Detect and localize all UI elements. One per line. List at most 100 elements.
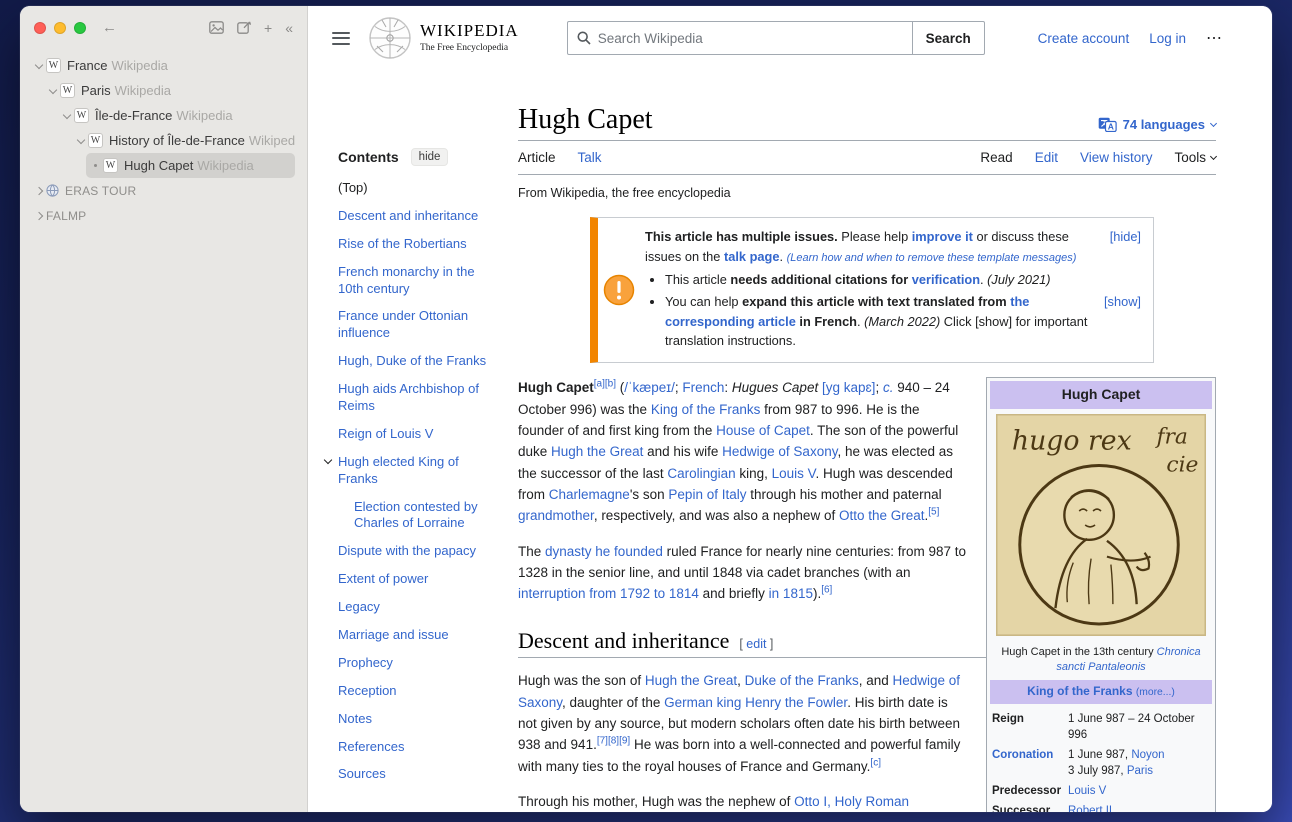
more-menu-icon[interactable]: ⋯ xyxy=(1206,28,1222,48)
tab-read[interactable]: Read xyxy=(980,150,1012,165)
wikipedia-logo[interactable]: WIKIPEDIA The Free Encyclopedia xyxy=(368,16,519,60)
minimize-button[interactable] xyxy=(54,22,66,34)
inline-link[interactable]: [7] xyxy=(597,736,608,747)
toc-item[interactable]: References xyxy=(338,739,490,756)
inline-link[interactable]: /ˈkæpeɪ/ xyxy=(624,380,675,395)
inline-link[interactable]: c. xyxy=(883,380,894,395)
back-button[interactable]: ← xyxy=(102,20,117,35)
inline-link[interactable]: [5] xyxy=(928,507,939,518)
inline-link[interactable]: Robert II xyxy=(1068,805,1112,812)
infobox-image[interactable]: hugo rex fra cie xyxy=(990,409,1212,643)
chevron-down-icon[interactable] xyxy=(63,110,71,118)
compose-icon[interactable] xyxy=(237,21,251,34)
inline-link[interactable]: dynasty he founded xyxy=(545,544,663,559)
tree-item[interactable]: WFranceWikipedia xyxy=(30,53,295,78)
toc-item[interactable]: Reign of Louis V xyxy=(338,426,490,443)
inline-link[interactable]: improve it xyxy=(912,229,973,244)
toc-item[interactable]: Marriage and issue xyxy=(338,627,490,644)
inline-link[interactable]: (Learn how and when to remove these temp… xyxy=(787,252,1077,264)
toc-item[interactable]: Legacy xyxy=(338,599,490,616)
toc-item[interactable]: Hugh, Duke of the Franks xyxy=(338,353,490,370)
toc-item[interactable]: Prophecy xyxy=(338,655,490,672)
tab-talk[interactable]: Talk xyxy=(578,150,602,165)
edit-link[interactable]: edit xyxy=(746,637,766,651)
tree-item[interactable]: FALMP xyxy=(30,203,295,228)
inline-link[interactable]: [b] xyxy=(605,379,616,390)
inline-link[interactable]: grandmother xyxy=(518,508,594,523)
inline-link[interactable]: French xyxy=(682,380,724,395)
toc-item[interactable]: Reception xyxy=(338,683,490,700)
media-icon[interactable] xyxy=(209,21,224,34)
inline-link[interactable]: Hugh the Great xyxy=(551,444,643,459)
toc-item[interactable]: Dispute with the papacy xyxy=(338,543,490,560)
toc-item[interactable]: France under Ottonian influence xyxy=(338,308,490,342)
inline-link[interactable]: German king Henry the Fowler xyxy=(664,695,847,710)
toc-item[interactable]: Hugh aids Archbishop of Reims xyxy=(338,381,490,415)
inline-link[interactable]: Pepin of Italy xyxy=(668,487,746,502)
tree-item[interactable]: ERAS TOUR xyxy=(30,178,295,203)
inline-link[interactable]: Otto the Great xyxy=(839,508,925,523)
chevron-down-icon[interactable] xyxy=(49,85,57,93)
inline-link[interactable]: Noyon xyxy=(1131,749,1164,761)
inline-link[interactable]: [a] xyxy=(594,379,605,390)
chevron-down-icon[interactable] xyxy=(324,456,332,464)
chevron-right-icon[interactable] xyxy=(35,186,43,194)
inline-link[interactable]: Louis V xyxy=(772,466,816,481)
infobox-row-label[interactable]: Coronation xyxy=(992,747,1068,779)
inline-link[interactable]: (more...) xyxy=(1136,687,1175,698)
collapse-sidebar-icon[interactable]: « xyxy=(285,21,293,35)
toc-item[interactable]: Extent of power xyxy=(338,571,490,588)
inline-link[interactable]: [9] xyxy=(619,736,630,747)
tree-item[interactable]: WParisWikipedia xyxy=(44,78,295,103)
search-input[interactable] xyxy=(598,31,903,46)
toc-item[interactable]: Rise of the Robertians xyxy=(338,236,490,253)
inline-link[interactable]: Carolingian xyxy=(667,466,735,481)
inline-link[interactable]: [yg kapɛ] xyxy=(822,380,875,395)
hide-link[interactable]: [hide] xyxy=(1110,227,1141,247)
show-link[interactable]: [show] xyxy=(1104,292,1141,312)
inline-link[interactable]: talk page xyxy=(724,249,779,264)
inline-link[interactable]: [8] xyxy=(608,736,619,747)
toc-item[interactable]: Sources xyxy=(338,766,490,783)
inline-link[interactable]: Charlemagne xyxy=(549,487,630,502)
inline-link[interactable]: in 1815 xyxy=(769,586,813,601)
zoom-button[interactable] xyxy=(74,22,86,34)
inline-link[interactable]: Hedwige of Saxony xyxy=(722,444,837,459)
inline-link[interactable]: Duke of the Franks xyxy=(745,673,859,688)
toc-item[interactable]: Election contested by Charles of Lorrain… xyxy=(338,499,490,533)
inline-link[interactable]: verification xyxy=(912,272,980,287)
chevron-right-icon[interactable] xyxy=(35,211,43,219)
login-link[interactable]: Log in xyxy=(1149,31,1186,46)
toc-item[interactable]: Descent and inheritance xyxy=(338,208,490,225)
tab-tools[interactable]: Tools xyxy=(1174,150,1216,165)
create-account-link[interactable]: Create account xyxy=(1038,31,1130,46)
inline-link[interactable]: King of the Franks xyxy=(651,402,761,417)
toc-item[interactable]: French monarchy in the 10th century xyxy=(338,264,490,298)
tree-item[interactable]: WÎle-de-FranceWikipedia xyxy=(58,103,295,128)
tab-edit[interactable]: Edit xyxy=(1035,150,1058,165)
tree-item[interactable]: WHistory of Île-de-FranceWikipedia xyxy=(72,128,295,153)
chevron-down-icon[interactable] xyxy=(35,60,43,68)
tab-article[interactable]: Article xyxy=(518,150,556,165)
inline-link[interactable]: Paris xyxy=(1127,765,1153,777)
table-of-contents: Contents hide (Top)Descent and inheritan… xyxy=(308,70,518,812)
inline-link[interactable]: Louis V xyxy=(1068,785,1106,797)
inline-link[interactable]: King of the Franks xyxy=(1027,684,1132,698)
main-menu-icon[interactable] xyxy=(332,32,350,45)
chevron-down-icon[interactable] xyxy=(77,135,85,143)
add-tab-icon[interactable]: + xyxy=(264,21,272,35)
inline-link[interactable]: interruption from 1792 to 1814 xyxy=(518,586,699,601)
toc-item[interactable]: Notes xyxy=(338,711,490,728)
toc-hide-button[interactable]: hide xyxy=(411,148,449,166)
inline-link[interactable]: Hugh the Great xyxy=(645,673,737,688)
languages-button[interactable]: A 74 languages xyxy=(1098,117,1216,136)
tab-view-history[interactable]: View history xyxy=(1080,150,1153,165)
inline-link[interactable]: [6] xyxy=(821,585,832,596)
inline-link[interactable]: [c] xyxy=(870,757,881,768)
toc-item[interactable]: Hugh elected King of Franks xyxy=(338,454,490,488)
search-button[interactable]: Search xyxy=(912,21,985,55)
close-button[interactable] xyxy=(34,22,46,34)
inline-link[interactable]: House of Capet xyxy=(716,423,810,438)
toc-item[interactable]: (Top) xyxy=(338,180,490,197)
tree-item[interactable]: WHugh CapetWikipedia xyxy=(86,153,295,178)
